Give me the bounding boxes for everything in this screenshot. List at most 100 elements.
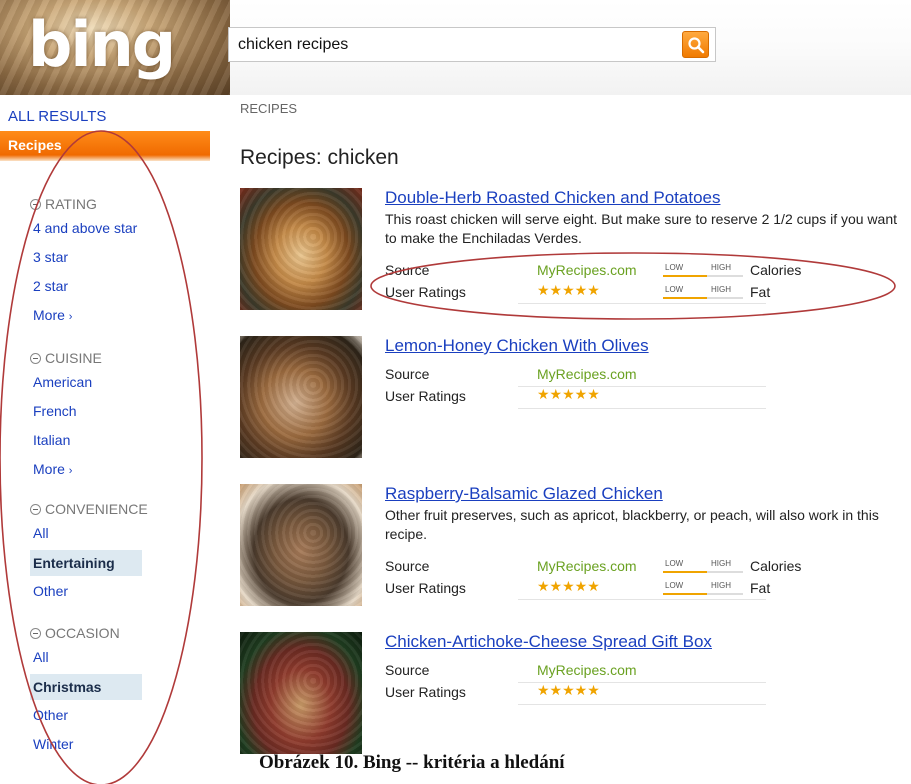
fat-scale: LOW HIGH [663,285,743,301]
search-box [228,27,716,62]
facet-item-christmas-selected[interactable]: Christmas [30,674,142,700]
search-input[interactable] [229,28,669,61]
logo-banner: bing [0,0,230,95]
facet-title: CONVENIENCE [45,501,148,517]
collapse-icon[interactable] [30,198,41,210]
header: bing [0,0,911,95]
recipe-title-link[interactable]: Lemon-Honey Chicken With Olives [385,336,649,356]
section-label: RECIPES [240,101,298,116]
facet-item-italian[interactable]: Italian [30,426,102,455]
recipe-description: Other fruit preserves, such as apricot, … [385,507,879,542]
facet-convenience-header[interactable]: CONVENIENCE [30,499,148,519]
source-row: Source MyRecipes.com [385,660,911,682]
bing-logo[interactable]: bing [28,8,176,81]
star-rating-icon: ★★★★★ [537,386,600,402]
facet-title: OCCASION [45,625,120,641]
scale-high-label: HIGH [711,559,731,568]
scale-high-label: HIGH [711,285,731,294]
star-rating-icon: ★★★★★ [537,282,600,298]
facet-occasion: OCCASION All Christmas Other Winter [30,623,142,759]
recipe-thumbnail[interactable] [240,188,362,310]
divider [518,704,766,705]
facet-title: RATING [45,196,97,212]
calories-scale: LOW HIGH [663,263,743,279]
more-label: More [33,461,65,477]
page-heading: Recipes: chicken [240,146,399,169]
facet-item-3-star[interactable]: 3 star [30,243,137,272]
recipe-title-link[interactable]: Raspberry-Balsamic Glazed Chicken [385,484,663,504]
recipe-title-link[interactable]: Chicken-Artichoke-Cheese Spread Gift Box [385,632,712,652]
scale-low-label: LOW [665,559,684,568]
source-row: Source MyRecipes.com LOW HIGH Calories [385,260,911,282]
scale-low-label: LOW [665,285,684,294]
facet-convenience: CONVENIENCE All Entertaining Other [30,499,148,606]
facet-item-all[interactable]: All [30,643,142,672]
ratings-row: User Ratings ★★★★★ [385,682,911,704]
search-magnifier-icon [688,37,705,54]
facet-title: CUISINE [45,350,102,366]
recipe-title-link[interactable]: Double-Herb Roasted Chicken and Potatoes [385,188,720,208]
source-label: Source [385,558,430,574]
ratings-row: User Ratings ★★★★★ LOW HIGH Fat [385,578,911,600]
fat-level-fill [663,593,707,595]
source-label: Source [385,366,430,382]
source-row: Source MyRecipes.com [385,364,911,386]
facet-more-rating[interactable]: More › [30,301,137,330]
fat-label: Fat [750,580,771,596]
recipe-thumbnail[interactable] [240,632,362,754]
divider [518,599,766,600]
figure-caption: Obrázek 10. Bing -- kritéria a hledání [259,752,565,773]
source-link[interactable]: MyRecipes.com [537,662,637,678]
facet-occasion-header[interactable]: OCCASION [30,623,142,643]
facet-item-4-star[interactable]: 4 and above star [30,214,137,243]
facet-item-other[interactable]: Other [30,701,142,730]
search-button[interactable] [682,31,709,58]
ratings-label: User Ratings [385,388,466,404]
chevron-right-icon: › [68,311,73,323]
scale-low-label: LOW [665,263,684,272]
source-label: Source [385,662,430,678]
facet-item-other[interactable]: Other [30,577,148,606]
facet-more-cuisine[interactable]: More › [30,455,102,484]
facet-item-american[interactable]: American [30,368,102,397]
source-row: Source MyRecipes.com LOW HIGH Calories [385,556,911,578]
facet-cuisine: CUISINE American French Italian More › [30,348,102,484]
calories-label: Calories [750,558,802,574]
nav-recipes-active[interactable]: Recipes [0,131,210,161]
recipe-description: This roast chicken will serve eight. But… [385,211,898,246]
scale-track [663,571,743,573]
recipe-thumbnail[interactable] [240,336,362,458]
scale-track [663,297,743,299]
divider [518,303,766,304]
collapse-icon[interactable] [30,627,41,639]
calories-level-fill [663,571,707,573]
source-link[interactable]: MyRecipes.com [537,558,637,574]
collapse-icon[interactable] [30,352,41,364]
facet-rating-header[interactable]: RATING [30,194,137,214]
collapse-icon[interactable] [30,503,41,515]
more-label: More [33,307,65,323]
star-rating-icon: ★★★★★ [537,578,600,594]
recipe-thumbnail[interactable] [240,484,362,606]
facet-item-entertaining-selected[interactable]: Entertaining [30,550,142,576]
source-link[interactable]: MyRecipes.com [537,262,637,278]
facet-cuisine-header[interactable]: CUISINE [30,348,102,368]
facet-rating: RATING 4 and above star 3 star 2 star Mo… [30,194,137,330]
scale-track [663,593,743,595]
star-rating-icon: ★★★★★ [537,682,600,698]
calories-scale: LOW HIGH [663,559,743,575]
ratings-row: User Ratings ★★★★★ LOW HIGH Fat [385,282,911,304]
scale-low-label: LOW [665,581,684,590]
facet-item-all[interactable]: All [30,519,148,548]
source-link[interactable]: MyRecipes.com [537,366,637,382]
facet-item-2-star[interactable]: 2 star [30,272,137,301]
scale-high-label: HIGH [711,263,731,272]
calories-label: Calories [750,262,802,278]
scale-high-label: HIGH [711,581,731,590]
ratings-row: User Ratings ★★★★★ [385,386,911,408]
facet-item-french[interactable]: French [30,397,102,426]
nav-all-results[interactable]: ALL RESULTS [0,105,210,139]
facet-item-winter[interactable]: Winter [30,730,142,759]
fat-label: Fat [750,284,771,300]
scale-track [663,275,743,277]
